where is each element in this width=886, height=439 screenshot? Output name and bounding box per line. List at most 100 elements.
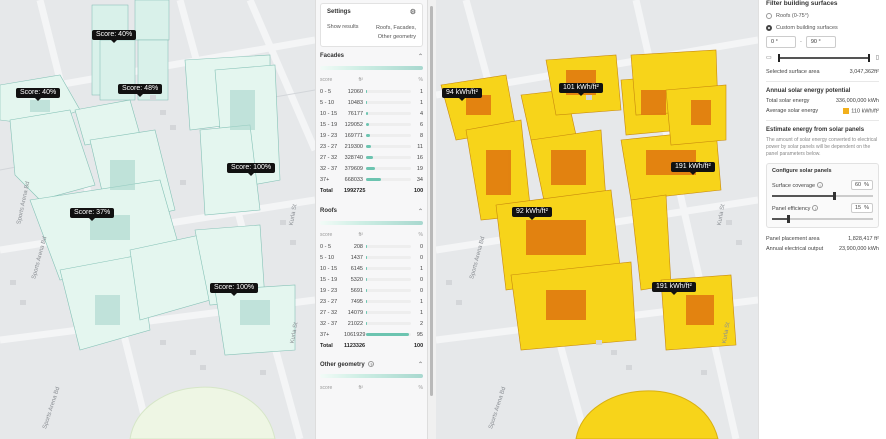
table-row: 23 - 27 219300 11 [320, 141, 423, 152]
sliders-icon[interactable]: ⚙ [410, 8, 416, 16]
col-pct: % [418, 77, 423, 83]
area-value: 1437 [350, 254, 363, 261]
solar-analysis-app: Score: 40% Score: 40% Score: 48% Score: … [0, 0, 886, 439]
show-results-value-1: Roofs, Facades, [375, 25, 416, 31]
pct-bar-fill [366, 167, 375, 170]
chevron-up-icon[interactable]: ⌃ [418, 361, 423, 368]
pct-bar [366, 278, 411, 281]
pct-value: 95 [416, 331, 423, 338]
show-results-select[interactable]: Roofs, Facades, Other geometry [376, 24, 416, 42]
coverage-slider[interactable] [772, 192, 873, 201]
table-row: 5 - 10 10483 1 [320, 97, 423, 108]
score-range: 37+ [320, 176, 330, 183]
efficiency-input[interactable]: 15 % [851, 203, 873, 214]
total-pct: 100 [414, 342, 424, 349]
table-row: 0 - 5 208 0 [320, 241, 423, 252]
table-row: 32 - 37 21022 2 [320, 318, 423, 329]
angle-max-input[interactable]: 90 ° [805, 36, 836, 48]
pct-value: 34 [416, 176, 423, 183]
chevron-up-icon[interactable]: ⌃ [418, 53, 423, 60]
score-range: 27 - 32 [320, 154, 338, 161]
solar-settings-panel: Filter building surfaces Roofs (0-75°) C… [758, 0, 886, 439]
facade-map-canvas[interactable] [0, 0, 315, 439]
pct-bar-fill [366, 123, 369, 126]
scrollbar-thumb[interactable] [430, 6, 433, 396]
angle-range-slider[interactable] [777, 53, 870, 62]
area-value: 169771 [344, 132, 363, 139]
score-range: 27 - 32 [320, 309, 338, 316]
selected-area-label: Selected surface area [766, 69, 820, 75]
area-value: 76177 [347, 110, 363, 117]
pct-bar-fill [366, 112, 368, 115]
pct-value: 1 [419, 309, 423, 316]
angle-min-input[interactable]: 0 ° [766, 36, 796, 48]
pct-bar [366, 112, 411, 115]
show-results-value-2: Other geometry [377, 34, 416, 40]
facade-score-map[interactable]: Score: 40% Score: 40% Score: 48% Score: … [0, 0, 315, 439]
efficiency-slider[interactable] [772, 215, 873, 224]
area-value: 668033 [344, 176, 363, 183]
pct-bar-fill [366, 322, 367, 325]
score-range: 19 - 23 [320, 132, 338, 139]
pct-bar [366, 156, 411, 159]
coverage-input[interactable]: 60 % [851, 180, 873, 191]
efficiency-slider-handle[interactable] [787, 215, 791, 224]
pct-bar-fill [366, 134, 370, 137]
slider-handle-min[interactable] [777, 53, 780, 62]
col-pct: % [418, 232, 423, 238]
pct-value: 1 [419, 88, 423, 95]
annual-title: Annual solar energy potential [766, 88, 851, 94]
efficiency-label: Panel efficiency [772, 205, 811, 212]
area-value: 5691 [350, 287, 363, 294]
roofs-option[interactable]: Roofs (0-75°) [766, 13, 879, 19]
efficiency-slider-fill [772, 218, 788, 221]
radio-icon[interactable] [766, 13, 772, 19]
slider-handle-max[interactable] [867, 53, 870, 62]
score-range: 32 - 37 [320, 320, 338, 327]
estimate-title: Estimate energy from solar panels [766, 127, 865, 134]
pct-bar [366, 90, 411, 93]
info-icon[interactable]: i [817, 181, 824, 188]
info-icon[interactable]: i [812, 204, 819, 211]
pct-value: 4 [419, 110, 423, 117]
filter-title: Filter building surfaces [766, 0, 838, 7]
col-area: ft² [358, 77, 363, 83]
radio-selected-icon[interactable] [766, 25, 772, 31]
coverage-label: Surface coverage [772, 182, 816, 189]
total-energy-value: 336,000,000 kWh [835, 98, 879, 104]
custom-option-label: Custom building surfaces [776, 25, 838, 31]
score-tag: Score: 48% [118, 84, 163, 97]
col-score: score [320, 77, 333, 83]
custom-surfaces-option[interactable]: Custom building surfaces [766, 25, 879, 31]
area-value: 379609 [344, 165, 363, 172]
kwh-tag: 191 kWh/ft² [652, 282, 696, 295]
solar-map-canvas[interactable] [436, 0, 758, 439]
selected-area-value: 3,047,362ft² [849, 69, 879, 75]
area-value: 219300 [344, 143, 363, 150]
score-range: 37+ [320, 331, 330, 338]
kwh-tag: 101 kWh/ft² [559, 83, 603, 96]
chevron-up-icon[interactable]: ⌃ [418, 208, 423, 215]
total-area: 1123326 [344, 342, 366, 349]
score-range: 5 - 10 [320, 254, 335, 261]
pct-value: 6 [419, 121, 423, 128]
kwh-tag: 94 kWh/ft² [442, 88, 482, 101]
coverage-slider-handle[interactable] [832, 192, 836, 201]
facades-title: Facades [320, 53, 345, 59]
other-geometry-section: Other geometry ? ⌃ score ft² % [320, 361, 423, 394]
area-value: 7495 [350, 298, 363, 305]
area-value: 12060 [347, 88, 363, 95]
table-row: 32 - 37 379609 19 [320, 163, 423, 174]
pct-bar-fill [366, 178, 382, 181]
other-geometry-title: Other geometry [320, 362, 365, 368]
estimate-note: The amount of solar energy converted to … [766, 137, 878, 158]
coverage-unit: % [864, 182, 869, 189]
pct-bar [366, 333, 411, 336]
solar-energy-map[interactable]: 94 kWh/ft² 101 kWh/ft² 191 kWh/ft² 92 kW… [436, 0, 758, 439]
settings-card: Settings ⚙ Show results Roofs, Facades, … [320, 3, 423, 47]
help-icon[interactable]: ? [368, 361, 375, 367]
table-row: 37+ 668033 34 [320, 174, 423, 185]
col-score: score [320, 232, 333, 238]
area-value: 328740 [344, 154, 363, 161]
area-value: 1061929 [344, 331, 366, 338]
